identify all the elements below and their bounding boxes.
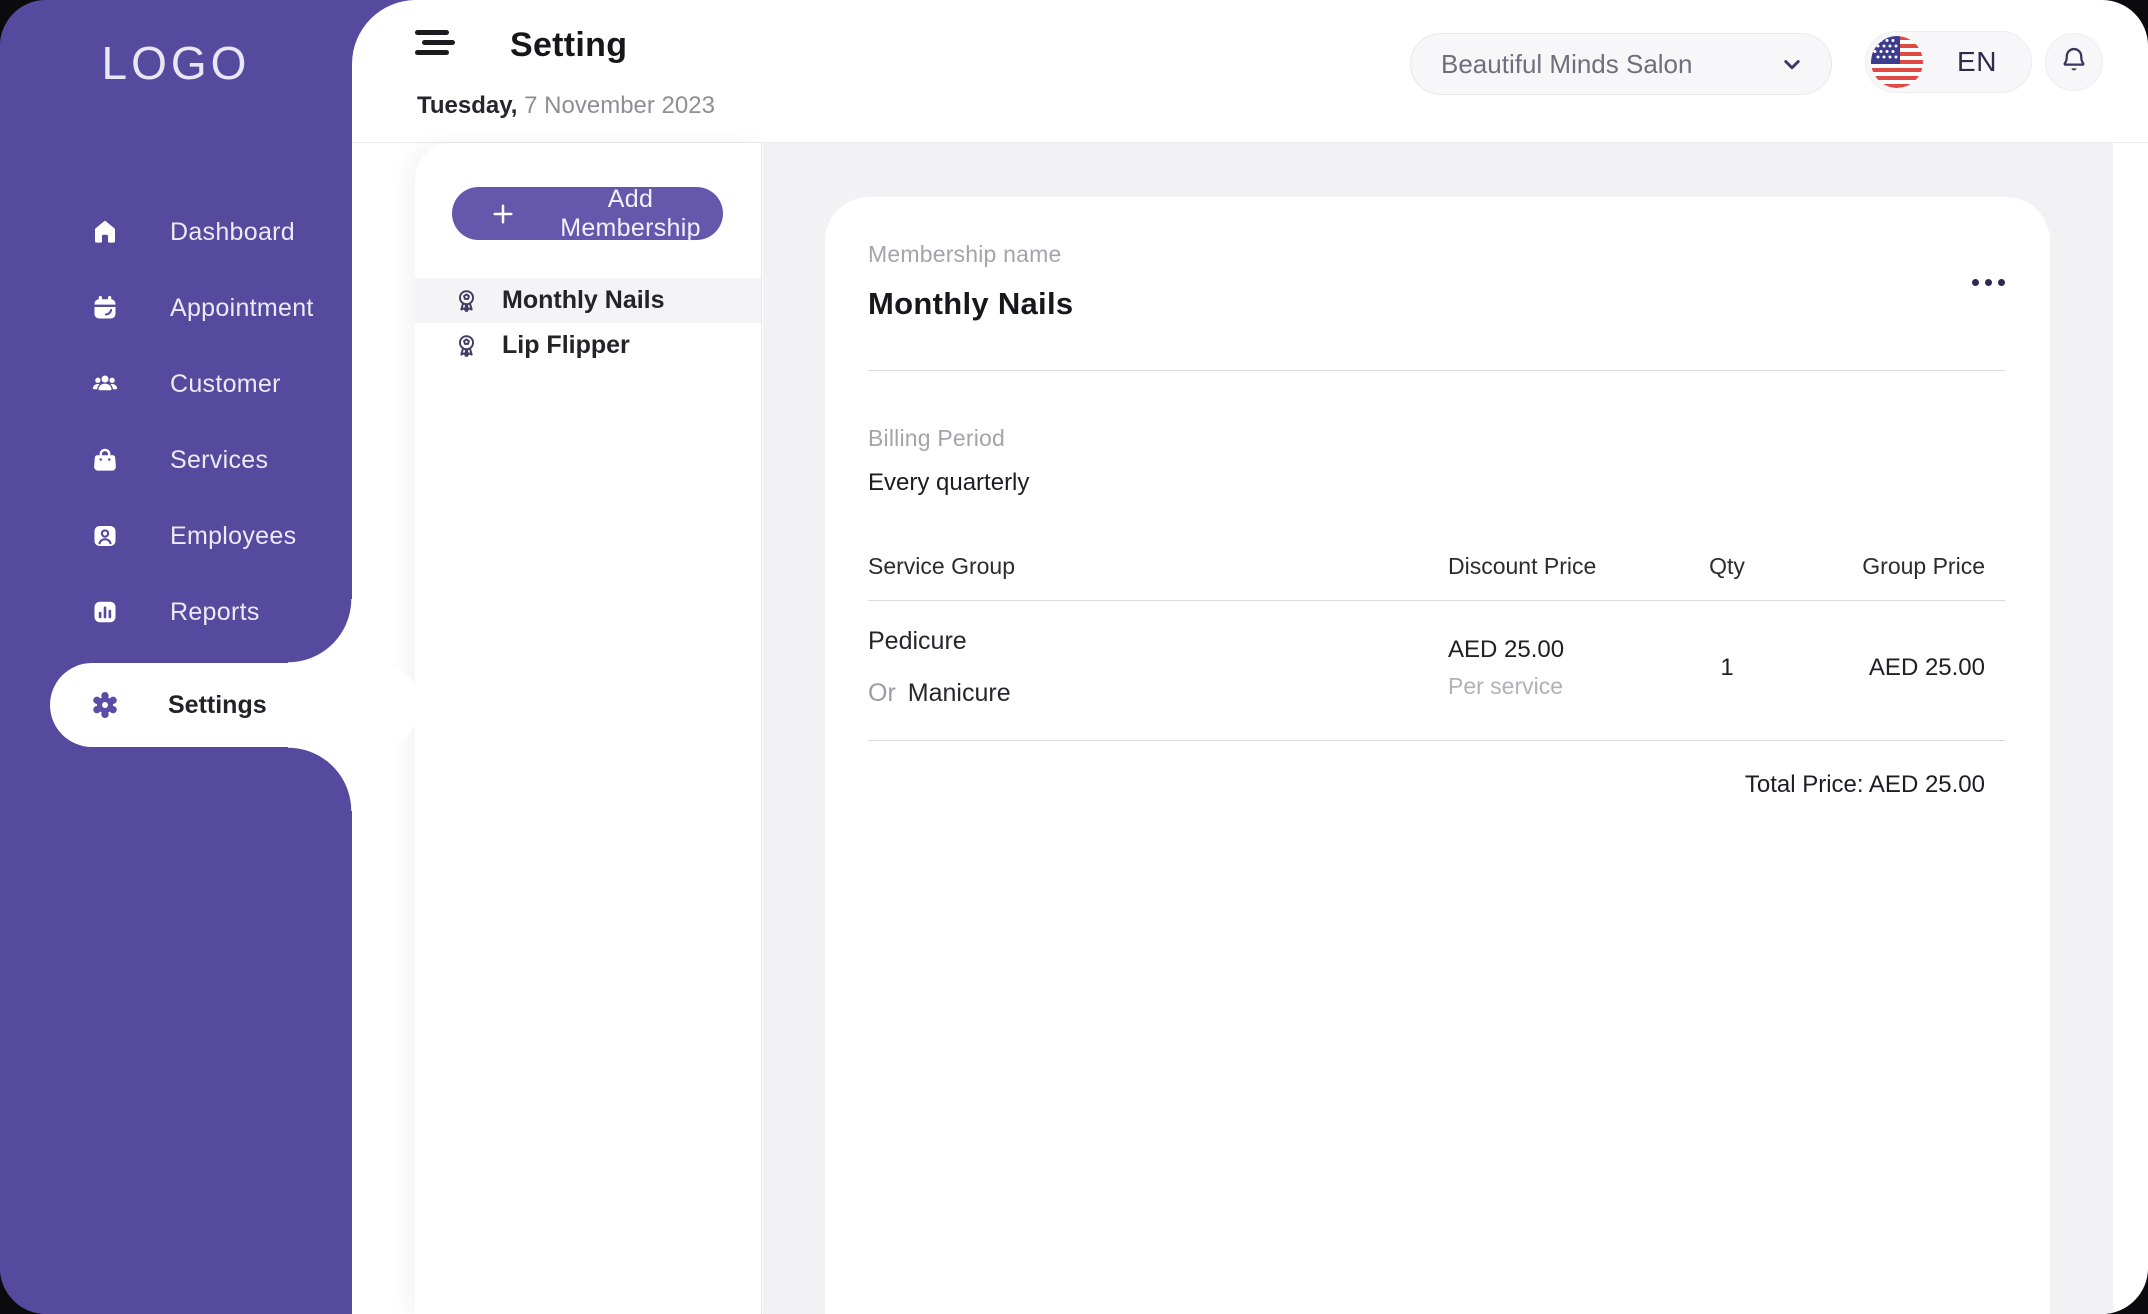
bar-chart-icon [90, 597, 120, 627]
language-selector[interactable]: EN [1865, 31, 2032, 93]
service-table-header: Service Group Discount Price Qty Group P… [868, 553, 2005, 601]
shopping-bag-icon [90, 445, 120, 475]
notifications-button[interactable] [2045, 33, 2103, 91]
service-name: Pedicure [868, 627, 1448, 656]
sidebar-item-employees[interactable]: Employees [0, 498, 352, 574]
logo: LOGO [0, 36, 352, 90]
sidebar-notch-curve-bottom [288, 747, 352, 811]
membership-name: Monthly Nails [502, 286, 665, 315]
membership-list-item[interactable]: Monthly Nails [415, 278, 761, 323]
sidebar-item-settings[interactable]: Settings [50, 663, 420, 747]
membership-title: Monthly Nails [868, 286, 2005, 322]
add-membership-button[interactable]: Add Membership [452, 187, 723, 240]
sidebar-notch-curve-top [288, 599, 352, 663]
menu-icon[interactable] [411, 24, 459, 68]
add-membership-label: Add Membership [544, 185, 717, 243]
discount-price-value: AED 25.00 [1448, 636, 1684, 664]
main-area: Membership name Monthly Nails Billing Pe… [763, 143, 2113, 1314]
sidebar-item-appointment[interactable]: Appointment [0, 270, 352, 346]
sidebar-item-label: Services [170, 446, 268, 475]
sidebar-item-services[interactable]: Services [0, 422, 352, 498]
total-price: Total Price: AED 25.00 [868, 771, 2005, 799]
app-window: LOGO Dashboard Appointment Customer Serv… [0, 0, 2148, 1314]
sidebar-item-label: Settings [168, 691, 267, 720]
salon-dropdown-value: Beautiful Minds Salon [1441, 49, 1777, 80]
membership-detail-card: Membership name Monthly Nails Billing Pe… [825, 197, 2050, 1314]
col-discount-price: Discount Price [1448, 553, 1684, 580]
sidebar-item-label: Dashboard [170, 218, 295, 247]
col-qty: Qty [1684, 553, 1770, 580]
sidebar-item-dashboard[interactable]: Dashboard [0, 194, 352, 270]
date-weekday: Tuesday, [417, 92, 517, 119]
alt-service-name: Manicure [908, 679, 1011, 707]
col-group-price: Group Price [1770, 553, 2005, 580]
service-table-row: Pedicure Or Manicure AED 25.00 Per servic… [868, 601, 2005, 741]
membership-list-panel: Add Membership Monthly Nails Lip Flipper [415, 143, 762, 1314]
content-area: Setting Tuesday, 7 November 2023 Beautif… [352, 0, 2148, 1314]
qty-value: 1 [1684, 654, 1770, 682]
sidebar-item-label: Customer [170, 370, 281, 399]
home-icon [90, 217, 120, 247]
sidebar-item-customer[interactable]: Customer [0, 346, 352, 422]
col-service-group: Service Group [868, 553, 1448, 580]
membership-name: Lip Flipper [502, 331, 630, 360]
sidebar-nav: Dashboard Appointment Customer Services … [0, 194, 352, 650]
salon-dropdown[interactable]: Beautiful Minds Salon [1410, 33, 1832, 95]
billing-period-value: Every quarterly [868, 469, 2005, 497]
bell-icon [2058, 44, 2090, 81]
sidebar-item-label: Employees [170, 522, 296, 551]
membership-list: Monthly Nails Lip Flipper [415, 278, 761, 368]
membership-list-item[interactable]: Lip Flipper [415, 323, 761, 368]
plus-icon [488, 199, 518, 229]
page-header: Setting Tuesday, 7 November 2023 Beautif… [352, 0, 2148, 143]
page-title: Setting [510, 26, 627, 65]
discount-price-note: Per service [1448, 673, 1684, 700]
total-price-value: AED 25.00 [1869, 771, 1985, 798]
medal-icon [452, 331, 481, 360]
more-options-icon[interactable] [1949, 265, 2005, 299]
or-prefix: Or [868, 679, 896, 707]
employee-badge-icon [90, 521, 120, 551]
date-rest: 7 November 2023 [524, 92, 715, 119]
sidebar-item-label: Reports [170, 598, 260, 627]
calendar-icon [90, 293, 120, 323]
gear-icon [88, 688, 122, 722]
customers-icon [90, 369, 120, 399]
sidebar-item-label: Appointment [170, 294, 314, 323]
alt-service-line: Or Manicure [868, 679, 1448, 708]
group-price-value: AED 25.00 [1770, 654, 2005, 682]
language-code: EN [1923, 46, 2031, 78]
billing-period-label: Billing Period [868, 425, 2005, 452]
medal-icon [452, 286, 481, 315]
total-price-label: Total Price: [1745, 771, 1864, 798]
chevron-down-icon [1777, 49, 1807, 79]
current-date: Tuesday, 7 November 2023 [417, 92, 715, 120]
divider [868, 370, 2005, 371]
membership-name-label: Membership name [868, 197, 2005, 268]
us-flag-icon [1871, 36, 1923, 88]
